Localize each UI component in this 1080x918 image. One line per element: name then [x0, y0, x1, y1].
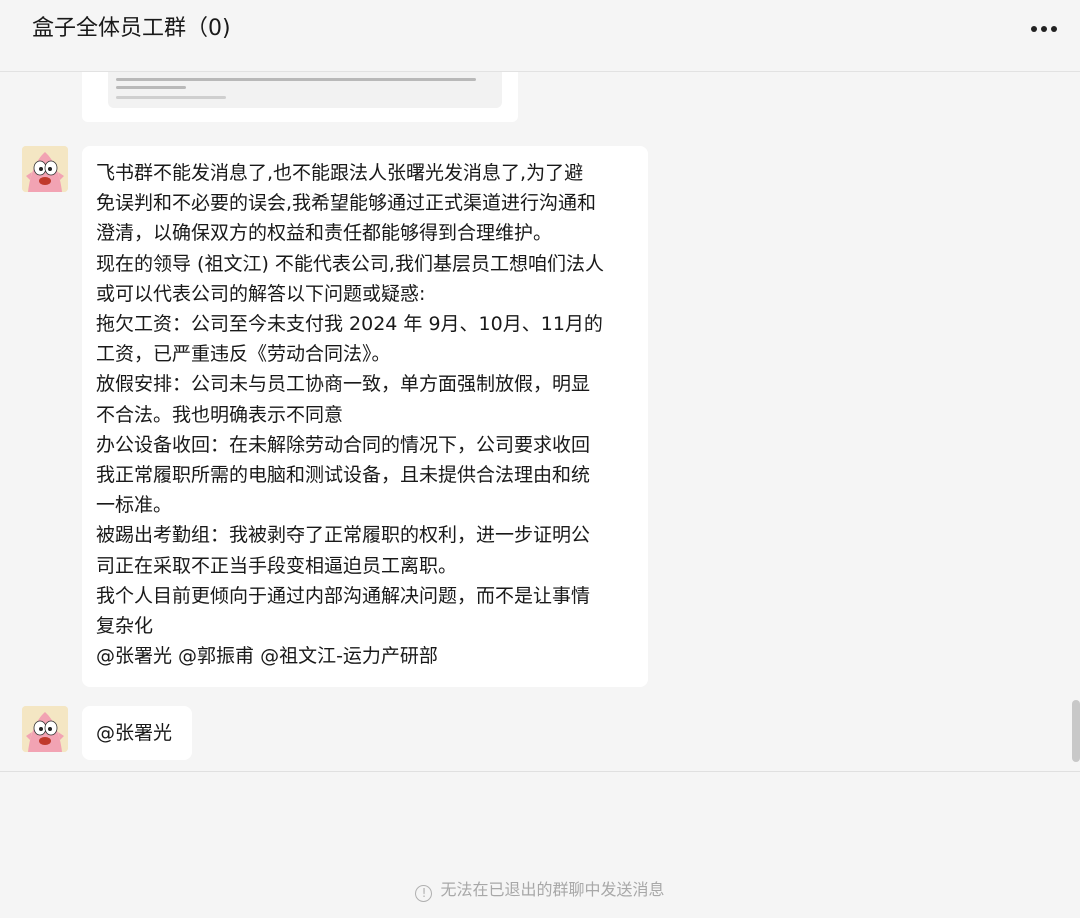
message-text-line: 或可以代表公司的解答以下问题或疑惑: — [96, 282, 426, 305]
avatar-image — [22, 146, 68, 192]
chat-window: 盒子全体员工群（0) 飞书群不能发消息了,也不能跟法人张曙光发消息了,为了避 免… — [0, 0, 1080, 918]
more-horizontal-icon-dot — [1051, 26, 1057, 32]
message-list[interactable]: 飞书群不能发消息了,也不能跟法人张曙光发消息了,为了避 免误判和不必要的误会,我希… — [0, 72, 1080, 772]
message-text-line: @张署光 — [96, 722, 173, 744]
message-text-line: 被踢出考勤组：我被剥夺了正常履职的权利，进一步证明公 — [96, 524, 591, 547]
message-text-line: 司正在采取不正当手段变相逼迫员工离职。 — [96, 554, 458, 577]
message-text-line: 拖欠工资：公司至今未支付我 2024 年 9月、10月、11月的 — [96, 313, 603, 336]
message-text-line: 放假安排：公司未与员工协商一致，单方面强制放假，明显 — [96, 373, 591, 396]
message-text-line: 办公设备收回：在未解除劳动合同的情况下，公司要求收回 — [96, 433, 591, 456]
message-text-line: 工资，已严重违反《劳动合同法》。 — [96, 343, 391, 366]
preview-text-line — [116, 96, 226, 99]
message-text-line: 复杂化 — [96, 615, 154, 638]
more-horizontal-icon-dot — [1041, 26, 1047, 32]
image-message-preview — [108, 72, 502, 108]
exit-notice-text: 无法在已退出的群聊中发送消息 — [440, 880, 665, 899]
message-text-line: 我正常履职所需的电脑和测试设备，且未提供合法理由和统 — [96, 464, 591, 487]
chat-header: 盒子全体员工群（0) — [0, 0, 1080, 72]
exit-notice: ! 无法在已退出的群聊中发送消息 — [0, 876, 1080, 902]
chat-title: 盒子全体员工群（0) — [32, 16, 231, 41]
message-text-line: @张署光 @郭振甫 @祖文江-运力产研部 — [96, 645, 438, 668]
preview-text-line — [116, 78, 476, 81]
preview-text-line — [116, 86, 186, 89]
image-message[interactable] — [82, 72, 518, 122]
avatar-image — [22, 706, 68, 752]
message-text-line: 不合法。我也明确表示不同意 — [96, 403, 344, 426]
scrollbar-thumb[interactable] — [1072, 700, 1080, 762]
message-text-line: 一标准。 — [96, 494, 173, 517]
message-bubble[interactable]: 飞书群不能发消息了,也不能跟法人张曙光发消息了,为了避 免误判和不必要的误会,我希… — [82, 146, 648, 687]
message-text-line: 免误判和不必要的误会,我希望能够通过正式渠道进行沟通和 — [96, 192, 597, 215]
message-text-line: 飞书群不能发消息了,也不能跟法人张曙光发消息了,为了避 — [96, 162, 584, 184]
info-circle-icon: ! — [415, 885, 433, 902]
more-options-button[interactable] — [1026, 14, 1062, 44]
input-area-disabled: ! 无法在已退出的群聊中发送消息 — [0, 772, 1080, 918]
message-text-line: 我个人目前更倾向于通过内部沟通解决问题，而不是让事情 — [96, 584, 591, 607]
patrick-star-avatar[interactable] — [22, 706, 68, 752]
message-bubble[interactable]: @张署光 — [82, 706, 192, 760]
patrick-star-avatar[interactable] — [22, 146, 68, 192]
more-horizontal-icon — [1031, 26, 1037, 32]
message-text-line: 澄清，以确保双方的权益和责任都能够得到合理维护。 — [96, 222, 553, 245]
message-text-line: 现在的领导 (祖文江) 不能代表公司,我们基层员工想咱们法人 — [96, 252, 604, 275]
